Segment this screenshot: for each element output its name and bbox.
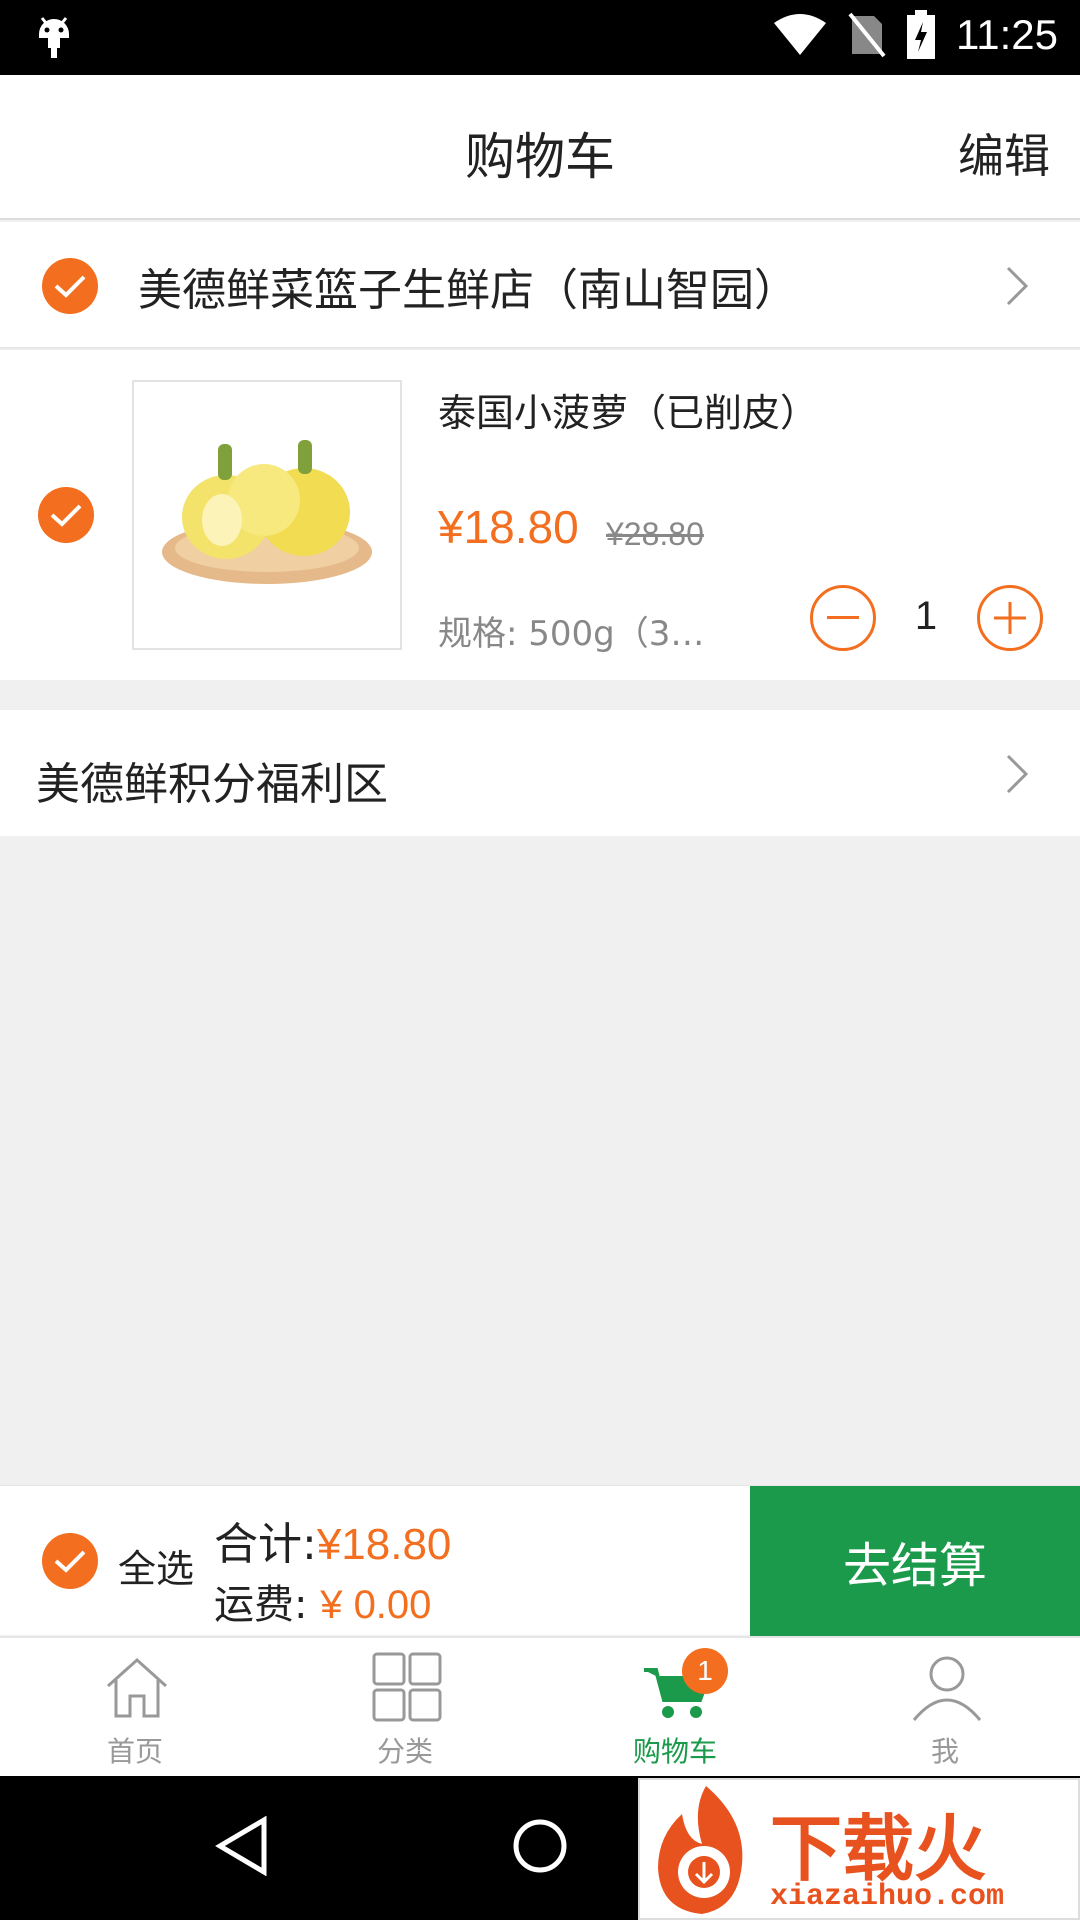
bottom-tab-bar: 首页 分类 购物车 1 我 — [0, 1636, 1080, 1776]
person-icon — [912, 1656, 982, 1721]
flame-logo-icon — [658, 1786, 743, 1914]
store-name: 美德鲜菜篮子生鲜店（南山智园） — [138, 265, 798, 316]
category-grid-icon — [372, 1652, 442, 1722]
cart-item: 泰国小菠萝（已削皮） ¥18.80 ¥28.80 规格: 500g（3~… 1 — [0, 350, 1080, 680]
home-icon — [106, 1657, 168, 1718]
chevron-right-icon — [1006, 754, 1029, 794]
page-title: 购物车 — [465, 128, 615, 186]
item-checkbox[interactable] — [38, 487, 94, 543]
tab-label: 购物车 — [632, 1735, 717, 1768]
tab-home[interactable]: 首页 — [0, 1638, 270, 1778]
increase-quantity-button[interactable] — [977, 585, 1043, 651]
shipping-line: 运费: ¥ 0.00 — [214, 1572, 431, 1630]
checkmark-icon — [54, 1550, 86, 1573]
original-price: ¥28.80 — [606, 516, 704, 552]
store-checkbox[interactable] — [42, 258, 98, 314]
pineapple-image — [162, 440, 372, 584]
tab-me[interactable]: 我 — [810, 1638, 1080, 1778]
points-zone-row[interactable]: 美德鲜积分福利区 — [0, 710, 1080, 836]
product-image[interactable] — [132, 380, 402, 650]
edit-button[interactable]: 编辑 — [958, 120, 1050, 186]
points-zone-label: 美德鲜积分福利区 — [36, 759, 388, 810]
total-value: ¥18.80 — [316, 1520, 452, 1569]
checkmark-icon — [54, 275, 86, 298]
clock: 11:25 — [956, 11, 1058, 58]
back-icon[interactable] — [214, 1816, 270, 1876]
no-sim-icon — [848, 12, 886, 58]
watermark-url: xiazaihuo.com — [770, 1880, 1005, 1914]
android-debug-icon — [39, 17, 69, 58]
store-row[interactable]: 美德鲜菜篮子生鲜店（南山智园） — [0, 222, 1080, 349]
quantity-value: 1 — [914, 594, 938, 638]
chevron-right-icon — [1006, 266, 1029, 306]
decrease-quantity-button[interactable] — [810, 585, 876, 651]
total-label: 合计: — [214, 1519, 317, 1570]
product-name[interactable]: 泰国小菠萝（已削皮） — [438, 382, 818, 437]
minus-icon — [827, 616, 859, 619]
product-price: ¥18.80 — [438, 501, 579, 553]
checkmark-icon — [50, 504, 82, 527]
home-circle-icon[interactable] — [512, 1816, 568, 1876]
tab-label: 首页 — [106, 1735, 163, 1768]
tab-label: 分类 — [376, 1735, 433, 1768]
watermark-logo: 下载火 xiazaihuo.com — [638, 1778, 1080, 1920]
app-header: 购物车 编辑 — [0, 75, 1080, 220]
tab-cart[interactable]: 购物车 — [540, 1638, 810, 1778]
shipping-value: ¥ 0.00 — [320, 1583, 432, 1627]
shipping-label: 运费: — [214, 1582, 308, 1628]
wifi-icon — [774, 14, 826, 55]
battery-charging-icon — [907, 10, 935, 59]
checkout-button[interactable]: 去结算 — [750, 1486, 1080, 1636]
checkout-bar: 全选 合计:¥18.80 运费: ¥ 0.00 去结算 — [0, 1485, 1080, 1636]
tab-category[interactable]: 分类 — [270, 1638, 540, 1778]
product-spec: 规格: 500g（3~… — [438, 614, 728, 654]
status-bar: 11:25 — [0, 0, 1080, 75]
total-line: 合计:¥18.80 — [214, 1508, 451, 1572]
tab-label: 我 — [930, 1735, 959, 1768]
cart-count-badge: 1 — [682, 1648, 728, 1694]
plus-icon — [994, 602, 1026, 634]
select-all-checkbox[interactable] — [42, 1533, 98, 1589]
select-all-label[interactable]: 全选 — [118, 1538, 194, 1593]
